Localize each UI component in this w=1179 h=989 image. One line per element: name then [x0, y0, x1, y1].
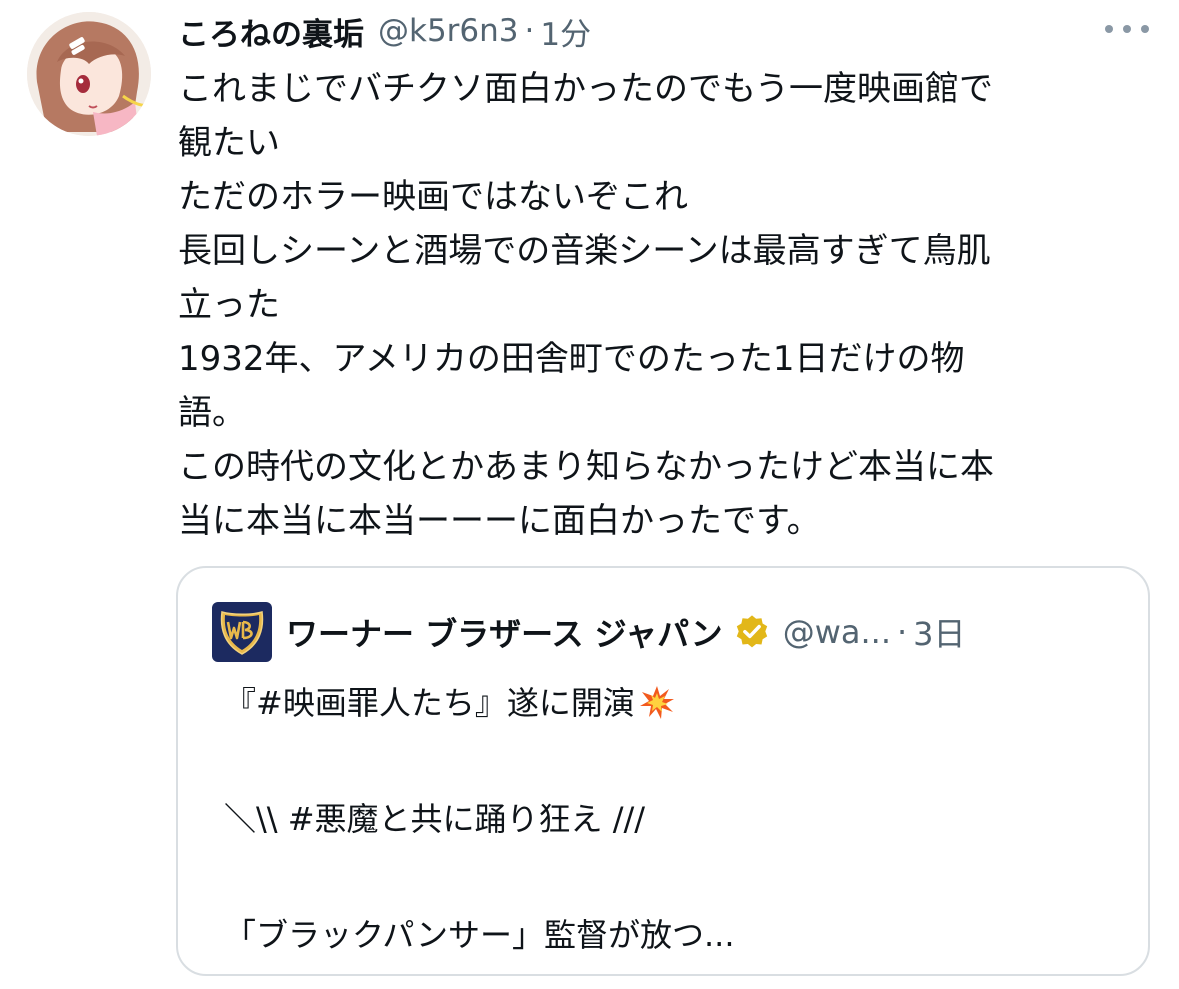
tweet-text-line: 長回しシーンと酒場での音楽シーンは最高すぎて鳥肌	[178, 231, 991, 271]
quoted-display-name[interactable]: ワーナー ブラザース ジャパン	[286, 609, 723, 655]
tweet[interactable]: ころねの裏垢 @k5r6n3 · 1分 これまじでバチクソ面白かったのでもう一度…	[0, 0, 1179, 989]
tweet-text-line: 1932年、アメリカの田舎町でのたった1日だけの物	[178, 339, 965, 379]
quoted-handle[interactable]: @wa...	[783, 613, 891, 651]
tweet-header: ころねの裏垢 @k5r6n3 · 1分	[178, 8, 591, 54]
tweet-text-line: 立った	[178, 285, 280, 325]
wb-shield-logo-icon[interactable]	[212, 602, 272, 662]
tweet-time[interactable]: 1分	[540, 9, 591, 54]
author-display-name[interactable]: ころねの裏垢	[178, 9, 364, 54]
tweet-text: これまじでバチクソ面白かったのでもう一度映画館で 観たい ただのホラー映画ではな…	[178, 62, 1138, 548]
quoted-text-line-2: ＼\\ #悪魔と共に踊り狂え ///	[224, 800, 646, 838]
dot	[1141, 25, 1149, 33]
quoted-text-line: 『#映画罪人たち』遂に開演	[224, 674, 1124, 732]
quoted-tweet[interactable]: ワーナー ブラザース ジャパン @wa... · 3日 『#映画罪人たち』遂に開…	[176, 566, 1150, 976]
quoted-tweet-header: ワーナー ブラザース ジャパン @wa... · 3日	[212, 601, 966, 663]
tweet-text-line: 当に本当に本当ーーーに面白かったです。	[178, 501, 821, 541]
quoted-text-line-3: 「ブラックパンサー」監督が放つ...	[224, 916, 735, 954]
verified-badge-icon	[736, 615, 767, 648]
tweet-text-line: 観たい	[178, 123, 280, 163]
quoted-tweet-text: 『#映画罪人たち』遂に開演 ＼\\ #悪魔と共に踊り狂え /// 「ブラックパン…	[224, 674, 1124, 964]
dot	[1123, 25, 1131, 33]
more-options-icon[interactable]	[1105, 14, 1149, 44]
tweet-text-line: これまじでバチクソ面白かったのでもう一度映画館で	[178, 69, 993, 109]
quoted-text-line-1: 『#映画罪人たち』遂に開演	[224, 684, 635, 722]
separator: ·	[896, 613, 908, 651]
collision-emoji-icon	[639, 686, 674, 719]
separator: ·	[524, 13, 535, 49]
tweet-text-line: この時代の文化とかあまり知らなかったけど本当に本	[178, 447, 994, 487]
avatar[interactable]	[27, 12, 151, 136]
tweet-text-line: 語。	[178, 393, 246, 433]
quoted-time[interactable]: 3日	[913, 609, 965, 655]
dot	[1105, 25, 1113, 33]
author-handle[interactable]: @k5r6n3	[378, 13, 519, 49]
anime-girl-avatar-icon	[27, 12, 151, 136]
tweet-text-line: ただのホラー映画ではないぞこれ	[178, 177, 688, 217]
